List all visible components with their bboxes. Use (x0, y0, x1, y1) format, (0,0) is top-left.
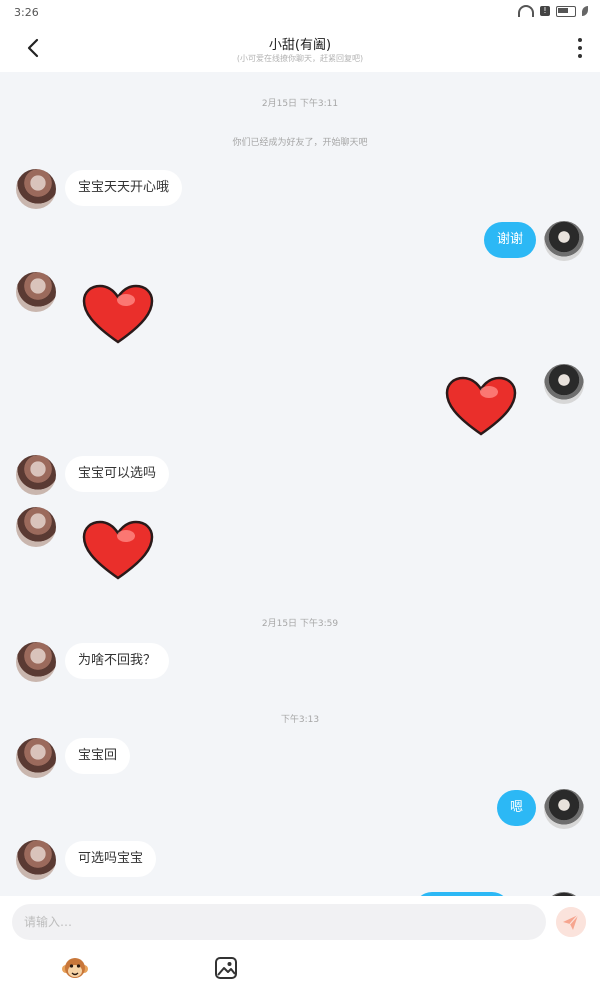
timestamp: 2月15日 下午3:59 (261, 619, 339, 629)
status-icons: ! (518, 5, 588, 17)
image-icon[interactable] (212, 954, 240, 982)
my-avatar[interactable] (544, 221, 584, 261)
timestamp: 下午3:13 (280, 715, 320, 725)
outgoing-message[interactable]: 谢谢 (483, 222, 536, 258)
incoming-message[interactable]: 可选吗宝宝 (65, 841, 157, 877)
monkey-emoji-icon[interactable] (61, 954, 89, 982)
outgoing-message[interactable]: 嗯 (496, 790, 536, 826)
wifi-icon (518, 5, 534, 17)
message-list[interactable]: 2月15日 下午3:11 你们已经成为好友了，开始聊天吧 宝宝天天开心哦 谢谢 … (0, 72, 600, 896)
contact-avatar[interactable] (16, 840, 56, 880)
heart-sticker[interactable] (445, 376, 517, 438)
contact-avatar[interactable] (16, 642, 56, 682)
alert-icon: ! (540, 6, 550, 16)
my-avatar[interactable] (544, 364, 584, 404)
contact-name: 小甜(有阖) (268, 38, 332, 53)
status-time: 3:26 (14, 6, 39, 19)
battery-icon (556, 5, 576, 17)
contact-avatar[interactable] (16, 507, 56, 547)
more-vertical-icon[interactable] (576, 38, 584, 58)
message-input[interactable] (12, 904, 546, 940)
battery-saver-icon (582, 6, 588, 16)
status-bar: 3:26 ! (0, 0, 600, 24)
send-icon[interactable] (556, 907, 586, 937)
chat-header: 小甜(有阖) (小可爱在线撩你聊天，赶紧回复吧) (0, 24, 600, 72)
incoming-message[interactable]: 宝宝天天开心哦 (65, 170, 183, 206)
incoming-message[interactable]: 宝宝可以选吗 (65, 456, 170, 492)
heart-sticker[interactable] (82, 520, 154, 582)
contact-avatar[interactable] (16, 272, 56, 312)
system-notice: 你们已经成为好友了，开始聊天吧 (232, 138, 368, 148)
heart-sticker[interactable] (82, 284, 154, 346)
timestamp: 2月15日 下午3:11 (261, 99, 339, 109)
contact-avatar[interactable] (16, 455, 56, 495)
contact-avatar[interactable] (16, 738, 56, 778)
incoming-message[interactable]: 为啥不回我？ (65, 643, 170, 679)
composer (0, 896, 600, 1000)
my-avatar[interactable] (544, 789, 584, 829)
contact-avatar[interactable] (16, 169, 56, 209)
contact-status: (小可爱在线撩你聊天，赶紧回复吧) (236, 54, 364, 63)
incoming-message[interactable]: 宝宝回 (65, 738, 131, 774)
